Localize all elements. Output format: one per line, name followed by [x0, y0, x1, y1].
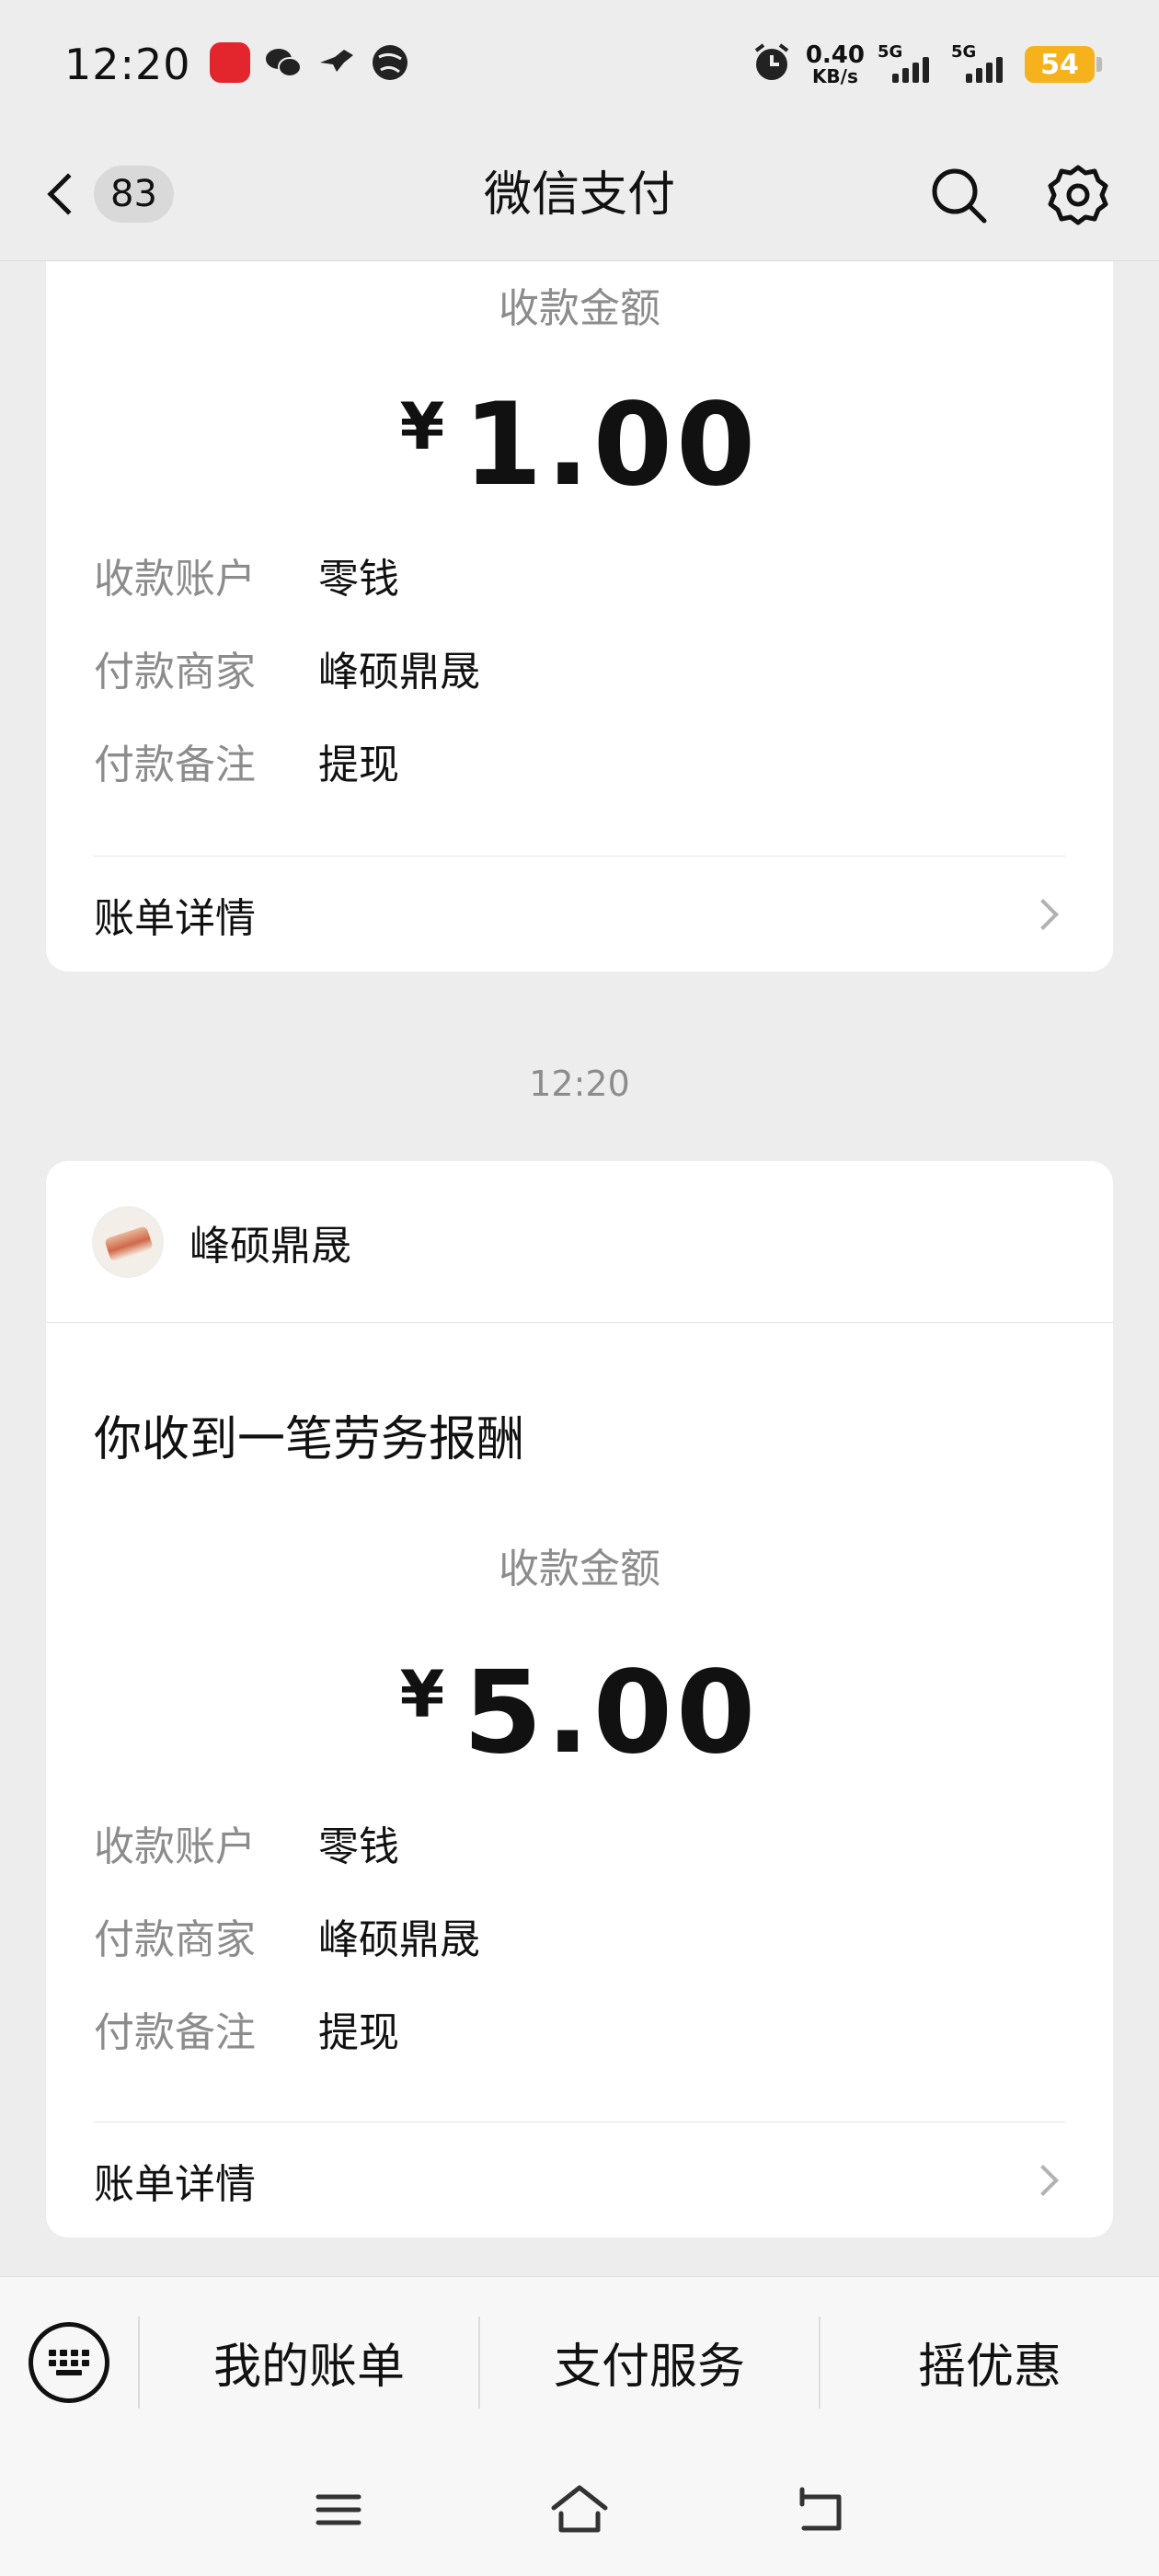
net-speed: 0.40 KB/s	[805, 41, 865, 87]
signal-sim2-icon: 5G	[951, 42, 1012, 83]
keyboard-toggle-button[interactable]	[0, 2316, 140, 2409]
detail-list: 收款账户 零钱 付款商家 峰硕鼎晟 付款备注 提现	[46, 1796, 1113, 2075]
detail-row: 收款账户 零钱	[94, 1823, 399, 1870]
wechat-icon	[263, 42, 304, 86]
menu-payment-services[interactable]: 支付服务	[480, 2316, 820, 2409]
amount-label: 收款金额	[499, 285, 660, 332]
system-nav-bar	[0, 2447, 1159, 2576]
signal-sim1-icon: 5G	[878, 42, 938, 83]
chevron-right-icon	[1027, 898, 1059, 930]
battery-indicator: 54	[1025, 46, 1102, 83]
bill-details-link[interactable]: 账单详情	[94, 2122, 1065, 2237]
bird-icon	[316, 42, 357, 86]
amount-value: 1.00	[463, 379, 760, 512]
detail-row: 付款备注 提现	[94, 2008, 399, 2056]
chevron-right-icon	[1027, 2164, 1059, 2196]
payment-message-card: 峰硕鼎晟 你收到一笔劳务报酬 收款金额 ¥ 5.00 收款账户 零钱 付款商家 …	[46, 1161, 1113, 2237]
currency-symbol: ¥	[399, 389, 445, 465]
message-timestamp: 12:20	[529, 1064, 630, 1104]
notice-title: 你收到一笔劳务报酬	[94, 1412, 525, 1467]
menu-shake-offers[interactable]: 摇优惠	[820, 2317, 1159, 2409]
keyboard-icon	[29, 2321, 109, 2403]
bottom-menu: 我的账单 支付服务 摇优惠	[0, 2276, 1159, 2447]
bill-details-link[interactable]: 账单详情	[94, 856, 1065, 972]
detail-row: 付款商家 峰硕鼎晟	[94, 1915, 480, 1963]
status-bar: 12:20 0.40 KB/s 5G 5G 54	[0, 0, 1159, 129]
back-button[interactable]: 83	[44, 166, 174, 223]
nav-bar: 微信支付 83	[0, 129, 1159, 261]
back-icon[interactable]	[787, 2477, 854, 2547]
status-time: 12:20	[64, 40, 191, 89]
detail-row: 付款备注 提现	[94, 741, 399, 788]
detail-row: 付款商家 峰硕鼎晟	[94, 648, 480, 696]
menu-my-bills[interactable]: 我的账单	[140, 2316, 480, 2409]
home-icon[interactable]	[546, 2477, 613, 2547]
currency-symbol: ¥	[399, 1657, 445, 1732]
detail-list: 收款账户 零钱 付款商家 峰硕鼎晟 付款备注 提现	[46, 528, 1113, 807]
amount-value: 5.00	[463, 1647, 760, 1779]
merchant-name: 峰硕鼎晟	[189, 1222, 351, 1270]
app-notification-icon	[209, 42, 250, 83]
unread-count-badge: 83	[94, 166, 174, 223]
search-icon[interactable]	[925, 162, 992, 232]
gear-icon[interactable]	[1045, 162, 1111, 232]
merchant-avatar	[92, 1205, 164, 1278]
amount-label: 收款金额	[499, 1546, 660, 1593]
merchant-header[interactable]: 峰硕鼎晟	[46, 1161, 1113, 1323]
payment-message-card: 收款金额 ¥ 1.00 收款账户 零钱 付款商家 峰硕鼎晟 付款备注 提现 账单…	[46, 261, 1113, 972]
globe-icon	[370, 42, 410, 86]
menu-icon[interactable]	[305, 2477, 372, 2547]
alarm-icon	[751, 41, 793, 87]
back-arrow-icon	[47, 173, 89, 215]
notification-icons	[209, 42, 410, 86]
detail-row: 收款账户 零钱	[94, 555, 399, 603]
